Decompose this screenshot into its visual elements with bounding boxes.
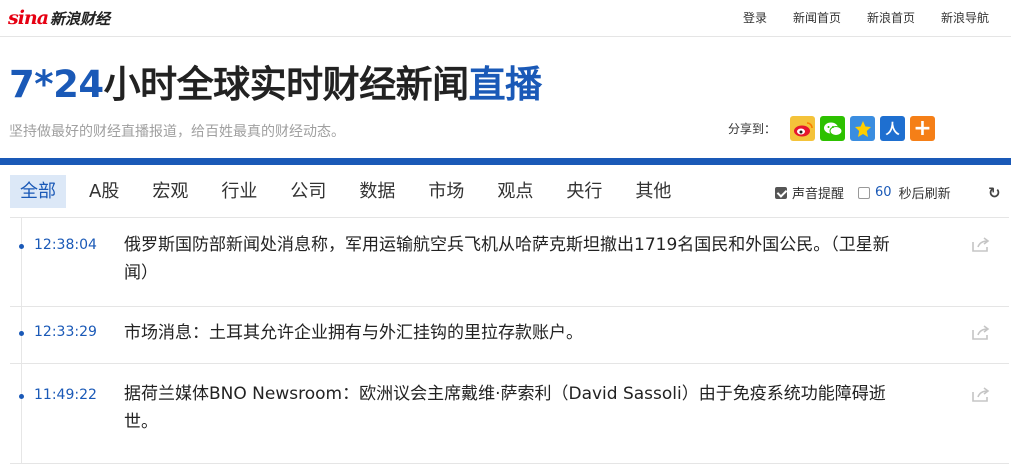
sina-home-link[interactable]: 新浪首页 [867,9,915,26]
sound-alert-label: 声音提醒 [792,187,845,202]
renren-icon[interactable]: 人 [880,116,906,141]
timeline-dot [19,394,24,399]
tab-market[interactable]: 市场 [418,175,474,208]
top-links: 登录 新闻首页 新浪首页 新浪导航 [743,9,989,26]
top-bar: sina 新浪财经 登录 新闻首页 新浪首页 新浪导航 [0,0,1011,37]
tab-macro[interactable]: 宏观 [142,175,198,208]
feed-item: 11:49:22 据荷兰媒体BNO Newsroom：欧洲议会主席戴维·萨索利（… [10,364,1009,464]
tab-industry[interactable]: 行业 [211,175,267,208]
share-item-icon[interactable] [971,325,991,341]
item-time: 12:38:04 [34,237,97,253]
item-text: 据荷兰媒体BNO Newsroom：欧洲议会主席戴维·萨索利（David Sas… [124,384,886,432]
weibo-icon[interactable] [790,116,816,141]
wechat-icon[interactable] [820,116,846,141]
feed-item: 12:38:04 俄罗斯国防部新闻处消息称，军用运输航空兵飞机从哈萨克斯坦撤出1… [10,218,1009,307]
tab-other[interactable]: 其他 [625,175,681,208]
share-bar: 分享到： 人 + [728,116,940,141]
tab-a-shares[interactable]: A股 [79,175,129,208]
news-home-link[interactable]: 新闻首页 [793,9,841,26]
sound-alert-option[interactable]: 声音提醒 [775,183,844,202]
timeline-dot [19,244,24,249]
title-part-live: 直播 [468,63,543,106]
share-item-icon[interactable] [971,237,991,253]
login-link[interactable]: 登录 [743,9,767,26]
refresh-seconds: 60 [875,185,892,200]
tab-central-bank[interactable]: 央行 [556,175,612,208]
refresh-icon[interactable]: ↻ [988,184,1001,202]
item-text: 市场消息：土耳其允许企业拥有与外汇挂钩的里拉存款账户。 [124,323,583,343]
sina-nav-link[interactable]: 新浪导航 [941,9,989,26]
timeline-dot [19,331,24,336]
refresh-label: 秒后刷新 [898,187,951,202]
title-part-main: 小时全球实时财经新闻 [103,63,470,106]
tab-opinion[interactable]: 观点 [487,175,543,208]
tab-company[interactable]: 公司 [280,175,336,208]
item-time: 12:33:29 [34,324,97,340]
title-part-724: 7*24 [9,63,104,106]
tab-all[interactable]: 全部 [10,175,66,208]
logo-text: 新浪财经 [50,9,111,28]
qzone-icon[interactable] [850,116,876,141]
sina-logo-mark: sina [8,7,49,29]
feed-options: 声音提醒 60 秒后刷新 [775,183,965,202]
header-divider [0,158,1011,165]
sina-finance-logo[interactable]: sina 新浪财经 [8,6,110,30]
page-title: 7*24小时全球实时财经新闻直播 [9,54,542,108]
news-feed: 12:38:04 俄罗斯国防部新闻处消息称，军用运输航空兵飞机从哈萨克斯坦撤出1… [10,218,1009,464]
feed-item: 12:33:29 市场消息：土耳其允许企业拥有与外汇挂钩的里拉存款账户。 [10,307,1009,364]
share-item-icon[interactable] [971,387,991,403]
item-time: 11:49:22 [34,387,97,403]
auto-refresh-option[interactable]: 60 秒后刷新 [858,183,951,202]
share-label: 分享到： [728,122,777,136]
sound-alert-checkbox[interactable] [775,186,787,199]
more-icon[interactable]: + [910,116,936,141]
auto-refresh-checkbox[interactable] [858,186,871,199]
tab-data[interactable]: 数据 [349,175,405,208]
item-text: 俄罗斯国防部新闻处消息称，军用运输航空兵飞机从哈萨克斯坦撤出1719名国民和外国… [124,235,890,283]
category-tabs: 全部 A股 宏观 行业 公司 数据 市场 观点 央行 其他 [10,175,694,208]
page-subtitle: 坚持做最好的财经直播报道，给百姓最真的财经动态。 [9,124,345,140]
